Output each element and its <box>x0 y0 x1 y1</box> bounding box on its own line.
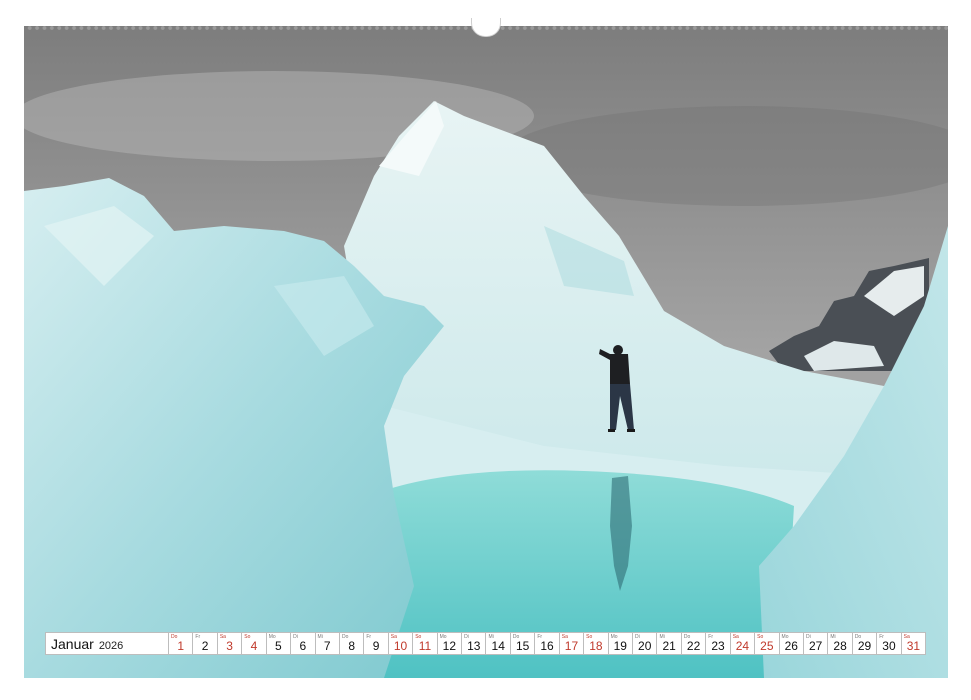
day-number: 7 <box>323 639 331 653</box>
day-cell: Di 13 <box>462 632 487 655</box>
day-cell: Mi 28 <box>828 632 853 655</box>
calendar-strip: Januar 2026 Do 1 Fr 2 Sa 3 So 4 Mo 5 Di 6 Mi 7 Do 8 Fr 9 S… <box>45 632 927 655</box>
day-number: 15 <box>515 639 530 653</box>
day-cell: Sa 24 <box>730 632 756 655</box>
day-number: 3 <box>226 639 233 653</box>
day-number: 21 <box>662 639 676 653</box>
day-cell: Mi 14 <box>486 632 511 655</box>
day-cell: Sa 3 <box>217 632 243 655</box>
day-number: 28 <box>833 639 847 653</box>
day-number: 25 <box>760 639 774 653</box>
day-cell: Fr 16 <box>535 632 560 655</box>
day-cell: Do 8 <box>339 632 365 655</box>
day-cell: Fr 9 <box>364 632 389 655</box>
day-cell: Do 22 <box>681 632 707 655</box>
day-number: 9 <box>372 639 380 653</box>
day-cell: Fr 30 <box>877 632 902 655</box>
day-number: 27 <box>809 639 823 653</box>
day-cell: So 11 <box>413 632 438 655</box>
day-cell: Do 29 <box>852 632 878 655</box>
day-number: 4 <box>250 639 258 653</box>
day-cell: Mo 12 <box>437 632 463 655</box>
day-number: 24 <box>735 639 750 653</box>
day-number: 17 <box>564 639 579 653</box>
day-cell: Mo 5 <box>266 632 292 655</box>
day-number: 2 <box>201 639 209 653</box>
day-cell: Fr 2 <box>193 632 218 655</box>
day-number: 13 <box>467 639 481 653</box>
day-number: 12 <box>442 639 457 653</box>
day-cell: Sa 31 <box>901 632 927 655</box>
day-number: 14 <box>491 639 505 653</box>
day-cell: So 4 <box>242 632 267 655</box>
day-number: 6 <box>299 639 307 653</box>
day-cell: Sa 17 <box>559 632 585 655</box>
day-number: 26 <box>784 639 798 653</box>
day-number: 11 <box>418 639 432 653</box>
calendar-photo <box>24 26 948 678</box>
day-number: 22 <box>686 639 701 653</box>
day-number: 20 <box>638 639 652 653</box>
day-number: 1 <box>177 639 185 653</box>
day-number: 16 <box>540 639 554 653</box>
day-cell: Mi 7 <box>315 632 340 655</box>
day-cell: Mi 21 <box>657 632 682 655</box>
day-cell: Di 27 <box>803 632 829 655</box>
day-number: 5 <box>275 639 282 653</box>
day-number: 18 <box>589 639 603 653</box>
day-number: 31 <box>906 639 921 653</box>
day-cell: Do 1 <box>169 632 194 655</box>
day-cells: Do 1 Fr 2 Sa 3 So 4 Mo 5 Di 6 Mi 7 Do 8 Fr 9 Sa 10 So 11 Mo 12 D… <box>169 632 927 655</box>
day-cell: Do 15 <box>510 632 536 655</box>
day-number: 8 <box>348 639 355 653</box>
day-number: 29 <box>857 639 872 653</box>
day-number: 30 <box>882 639 896 653</box>
day-cell: Mo 26 <box>779 632 804 655</box>
day-cell: So 25 <box>755 632 780 655</box>
day-cell: Sa 10 <box>388 632 414 655</box>
day-cell: Di 20 <box>633 632 658 655</box>
month-label: Januar 2026 <box>45 632 169 655</box>
day-number: 10 <box>393 639 408 653</box>
month-name: Januar <box>51 636 94 652</box>
day-cell: Fr 23 <box>706 632 731 655</box>
day-cell: Di 6 <box>291 632 316 655</box>
day-number: 19 <box>613 639 627 653</box>
iceberg-scene <box>24 26 948 678</box>
day-number: 23 <box>711 639 725 653</box>
month-year: 2026 <box>98 640 124 652</box>
day-cell: Mo 19 <box>608 632 634 655</box>
day-cell: So 18 <box>584 632 609 655</box>
